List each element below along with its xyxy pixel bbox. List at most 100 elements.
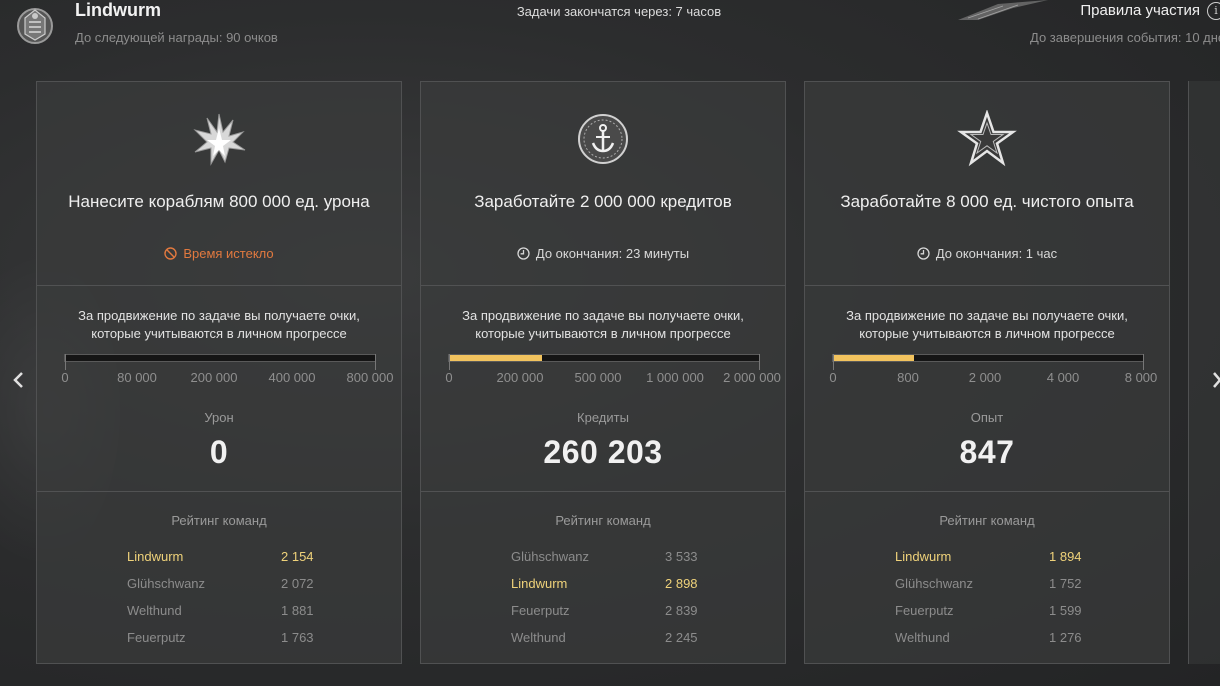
divider xyxy=(421,285,785,286)
tick-label: 800 000 xyxy=(346,370,394,385)
team-score-cell: 2 072 xyxy=(281,576,314,591)
team-name-cell: Lindwurm xyxy=(127,549,184,564)
divider xyxy=(37,285,401,286)
next-reward-text: До следующей награды: 90 очков xyxy=(75,30,278,45)
metric-label: Кредиты xyxy=(577,410,629,425)
team-name-cell: Welthund xyxy=(127,603,182,618)
progress-bar xyxy=(448,354,760,370)
task-card-damage: Нанесите кораблям 800 000 ед. урона Врем… xyxy=(36,81,402,664)
progress-tick xyxy=(375,354,376,370)
prev-arrow-icon[interactable] xyxy=(10,370,26,390)
progress-tick xyxy=(759,354,760,370)
team-score-cell: 1 752 xyxy=(1049,576,1082,591)
task-status-text: Время истекло xyxy=(183,246,274,261)
task-title: Заработайте 2 000 000 кредитов xyxy=(474,192,732,211)
task-title: Нанесите кораблям 800 000 ед. урона xyxy=(68,192,370,211)
tick-label: 2 000 000 xyxy=(723,370,781,385)
tick-label: 200 000 xyxy=(190,370,238,385)
progress-tick xyxy=(449,354,450,370)
clock-icon xyxy=(517,247,530,260)
task-description-line: которые учитываются в личном прогрессе xyxy=(475,326,731,341)
metric-label: Опыт xyxy=(970,410,1004,425)
tick-label: 0 xyxy=(445,370,453,385)
metric-value: 847 xyxy=(959,434,1015,470)
tick-label: 2 000 xyxy=(968,370,1002,385)
task-description-line: которые учитываются в личном прогрессе xyxy=(859,326,1115,341)
team-name-cell: Welthund xyxy=(895,630,950,645)
team-name-cell: Feuerputz xyxy=(895,603,954,618)
team-score-cell: 3 533 xyxy=(665,549,698,564)
team-name-cell: Glühschwanz xyxy=(511,549,590,564)
team-score-cell: 2 245 xyxy=(665,630,698,645)
tick-label: 4 000 xyxy=(1046,370,1080,385)
task-status-text: До окончания: 23 минуты xyxy=(535,246,690,261)
team-name-cell: Feuerputz xyxy=(511,603,570,618)
wing-decoration-icon xyxy=(958,0,1048,20)
task-description: За продвижение по задаче вы получаете оч… xyxy=(805,307,1169,343)
task-description: За продвижение по задаче вы получаете оч… xyxy=(37,307,401,343)
team-score-cell: 2 898 xyxy=(665,576,698,591)
expired-icon xyxy=(164,247,178,260)
ranking-title: Рейтинг команд xyxy=(939,513,1035,528)
tick-label: 80 000 xyxy=(117,370,157,385)
task-card-credits: Заработайте 2 000 000 кредитов До оконча… xyxy=(420,81,786,664)
team-score-cell: 2 154 xyxy=(281,549,314,564)
team-name-cell: Glühschwanz xyxy=(127,576,206,591)
rules-link[interactable]: Правила участия xyxy=(1080,2,1200,19)
tick-label: 200 000 xyxy=(496,370,544,385)
team-score-cell: 1 276 xyxy=(1049,630,1082,645)
team-score-cell: 1 763 xyxy=(281,630,314,645)
header: Lindwurm До следующей награды: 90 очков … xyxy=(0,0,1220,60)
ranking-title: Рейтинг команд xyxy=(171,513,267,528)
tick-label: 800 xyxy=(897,370,919,385)
team-name-cell: Feuerputz xyxy=(127,630,186,645)
explosion-icon xyxy=(193,113,246,166)
ranking-title: Рейтинг команд xyxy=(555,513,651,528)
tick-label: 1 000 000 xyxy=(646,370,704,385)
team-name-cell: Welthund xyxy=(511,630,566,645)
team-name-cell: Lindwurm xyxy=(895,549,952,564)
divider xyxy=(421,491,785,492)
team-score-cell: 2 839 xyxy=(665,603,698,618)
progress-tick xyxy=(833,354,834,370)
tick-label: 0 xyxy=(61,370,69,385)
progress-bar xyxy=(832,354,1144,370)
task-description: За продвижение по задаче вы получаете оч… xyxy=(421,307,785,343)
team-name-cell: Glühschwanz xyxy=(895,576,974,591)
metric-label: Урон xyxy=(204,410,234,425)
task-title: Заработайте 8 000 ед. чистого опыта xyxy=(840,192,1134,211)
task-description-line: За продвижение по задаче вы получаете оч… xyxy=(846,308,1128,323)
task-status: До окончания: 23 минуты xyxy=(421,246,785,261)
tick-label: 8 000 xyxy=(1124,370,1158,385)
team-score-cell: 1 894 xyxy=(1049,549,1082,564)
task-card-experience: Заработайте 8 000 ед. чистого опыта До о… xyxy=(804,81,1170,664)
progress-bar xyxy=(64,354,376,370)
progress-fill xyxy=(833,355,914,361)
metric-value: 0 xyxy=(209,434,229,470)
tick-label: 400 000 xyxy=(268,370,316,385)
task-description-line: которые учитываются в личном прогрессе xyxy=(91,326,347,341)
progress-fill xyxy=(449,355,542,361)
next-arrow-icon[interactable] xyxy=(1212,370,1220,390)
tick-label: 500 000 xyxy=(574,370,622,385)
task-status-text: До окончания: 1 час xyxy=(935,246,1058,261)
tick-label: 0 xyxy=(829,370,837,385)
task-description-line: За продвижение по задаче вы получаете оч… xyxy=(78,308,360,323)
task-status: Время истекло xyxy=(37,246,401,261)
task-description-line: За продвижение по задаче вы получаете оч… xyxy=(462,308,744,323)
divider xyxy=(37,491,401,492)
team-name-cell: Lindwurm xyxy=(511,576,568,591)
progress-tick xyxy=(65,354,66,370)
team-score-cell: 1 599 xyxy=(1049,603,1082,618)
event-end-timer: До завершения события: 10 дней xyxy=(1030,30,1220,45)
info-icon[interactable]: i xyxy=(1207,2,1220,20)
anchor-medal-icon xyxy=(578,114,628,164)
divider xyxy=(805,285,1169,286)
star-icon xyxy=(957,110,1017,167)
metric-value: 260 203 xyxy=(543,434,663,470)
divider xyxy=(805,491,1169,492)
clock-icon xyxy=(917,247,930,260)
progress-tick xyxy=(1143,354,1144,370)
team-score-cell: 1 881 xyxy=(281,603,314,618)
task-status: До окончания: 1 час xyxy=(805,246,1169,261)
